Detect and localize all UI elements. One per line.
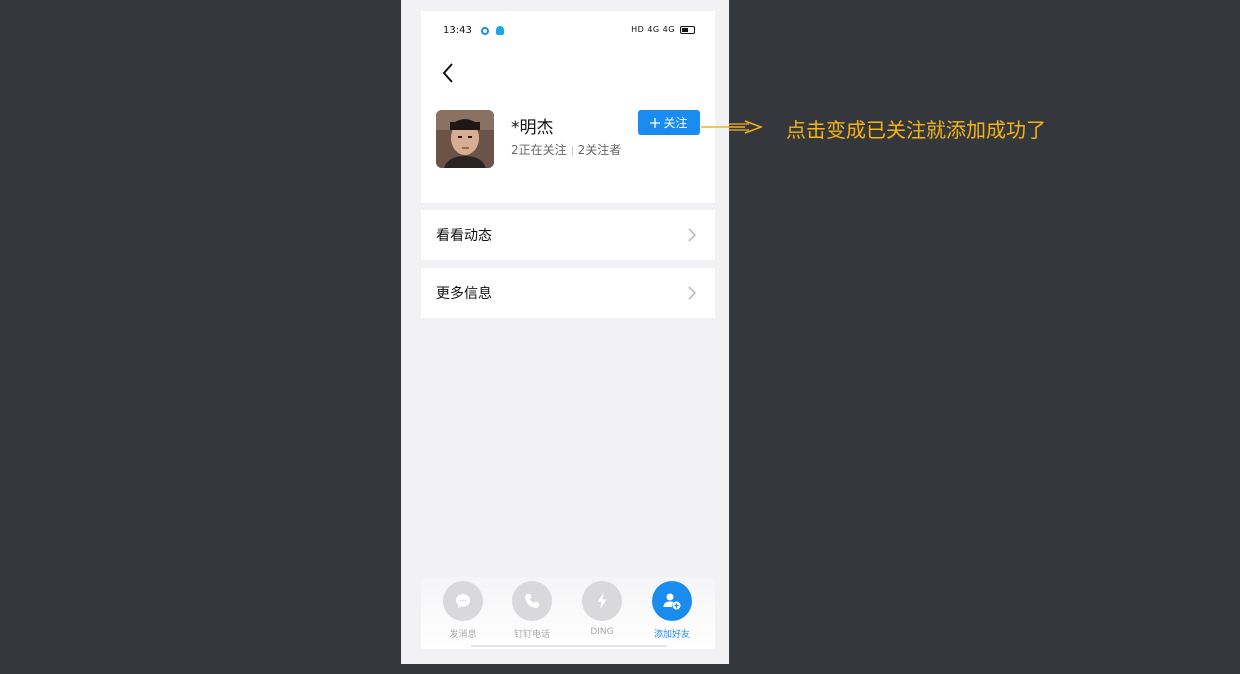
bottom-action-bar: 发消息 钉钉电话 DING 添加好友: [421, 577, 715, 649]
status-icons: HD 4G 4G: [631, 25, 695, 34]
call-button[interactable]: 钉钉电话: [502, 581, 562, 640]
back-button[interactable]: [439, 61, 459, 85]
avatar-image: [436, 110, 494, 168]
qq-icon: [496, 26, 504, 35]
profile-name: *明杰: [511, 118, 554, 138]
menu-item-label: 看看动态: [436, 228, 492, 244]
battery-icon: [680, 25, 695, 34]
send-message-button[interactable]: 发消息: [433, 581, 493, 640]
stats-divider: [571, 145, 573, 156]
action-label: DING: [590, 627, 614, 637]
menu-item-moments[interactable]: 看看动态: [421, 210, 715, 260]
add-friend-icon: [652, 581, 692, 621]
menu-item-more-info[interactable]: 更多信息: [421, 268, 715, 318]
chevron-left-icon: [442, 63, 453, 83]
ding-button[interactable]: DING: [572, 581, 632, 637]
signal-text: HD 4G 4G: [631, 25, 675, 34]
action-label: 钉钉电话: [513, 630, 550, 640]
profile-card: *明杰 2正在关注 2关注者 关注: [421, 51, 715, 203]
status-bar: 13:43 HD 4G 4G: [421, 11, 715, 51]
avatar[interactable]: [436, 110, 494, 168]
lightning-icon: [582, 581, 622, 621]
status-time: 13:43: [443, 25, 472, 36]
chevron-right-icon: [688, 228, 696, 242]
menu-item-label: 更多信息: [436, 286, 492, 302]
message-icon: [443, 581, 483, 621]
annotation-arrow-icon: [701, 120, 764, 134]
follow-stats: 2正在关注 2关注者: [511, 141, 621, 158]
following-count[interactable]: 2正在关注: [511, 143, 567, 157]
action-label: 发消息: [449, 630, 477, 640]
annotation-text: 点击变成已关注就添加成功了: [786, 118, 1046, 142]
phone-icon: [512, 581, 552, 621]
followers-count[interactable]: 2关注者: [578, 143, 622, 157]
plus-icon: [650, 117, 661, 128]
follow-button[interactable]: 关注: [638, 110, 700, 135]
follow-button-label: 关注: [663, 116, 688, 130]
divider: [471, 645, 667, 647]
phone-screen: 13:43 HD 4G 4G *明杰 2正在关注 2关注者 关注 看看动态 更多…: [421, 11, 715, 649]
notification-icon: [481, 27, 489, 35]
action-label: 添加好友: [653, 630, 690, 640]
chevron-right-icon: [688, 286, 696, 300]
add-friend-button[interactable]: 添加好友: [642, 581, 702, 640]
